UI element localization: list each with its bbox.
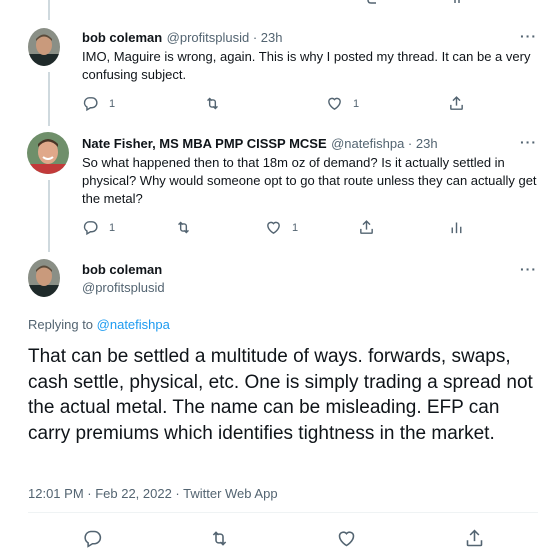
reply-button[interactable] [82,528,103,549]
retweet-button[interactable] [204,95,221,112]
retweet-button[interactable] [209,528,230,549]
like-button[interactable]: 1 [265,219,298,236]
like-button[interactable]: 1 [326,95,359,112]
like-icon [267,221,280,234]
avatar[interactable] [28,28,60,66]
reply-icon [83,221,98,236]
thread-line-top [48,0,50,20]
replying-to-label: Replying to [28,317,97,332]
avatar[interactable] [28,259,60,297]
author-handle[interactable]: @profitsplusid [82,280,165,295]
avatar-image [28,28,60,66]
more-icon[interactable]: ··· [520,261,537,277]
prev-tweet-actions [360,0,480,4]
thread-line-1 [48,72,50,126]
analytics-icon [451,222,462,234]
author-name[interactable]: Nate Fisher, MS MBA PMP CISSP MCSE [82,136,327,151]
retweet-icon [207,97,218,110]
avatar-image [27,132,69,174]
prev-actions-icon [367,0,460,4]
author-handle[interactable]: @natefishpa [331,136,404,151]
reply-button[interactable]: 1 [82,219,115,236]
retweet-icon [212,531,227,546]
tweet-text: So what happened then to that 18m oz of … [82,155,537,206]
replying-to: Replying to @natefishpa [28,317,170,332]
share-button[interactable] [448,95,465,112]
tweet-header: bob coleman @profitsplusid · 23h [82,29,282,47]
like-icon [338,531,355,547]
tweet-meta[interactable]: 12:01 PM · Feb 22, 2022 · Twitter Web Ap… [28,486,278,501]
share-button[interactable] [464,528,485,549]
share-icon [466,529,483,547]
tweet-text: IMO, Maguire is wrong, again. This is wh… [82,49,531,82]
reply-icon [84,530,102,548]
focused-tweet-text: That can be settled a multitude of ways.… [28,346,533,444]
dot-separator: · [404,136,416,151]
author-name[interactable]: bob coleman [82,30,162,45]
reply-button[interactable]: 1 [82,95,115,112]
retweet-button[interactable] [175,219,192,236]
tweet-time[interactable]: 23h [261,30,283,45]
reply-count: 1 [109,221,116,234]
tweet-header: Nate Fisher, MS MBA PMP CISSP MCSE @nate… [82,135,438,153]
more-icon[interactable]: ··· [520,134,537,150]
tweet-time[interactable]: 23h [416,136,438,151]
analytics-button[interactable] [448,219,465,236]
avatar[interactable] [27,132,69,174]
like-count: 1 [353,97,360,110]
share-button[interactable] [358,219,375,236]
reply-count: 1 [109,97,116,110]
more-icon[interactable]: ··· [520,28,537,44]
divider [28,512,538,513]
like-count: 1 [292,221,299,234]
replying-to-link[interactable]: @natefishpa [97,317,170,332]
author-name[interactable]: bob coleman [82,262,162,277]
like-button[interactable] [336,528,357,549]
avatar-image [28,259,60,297]
like-icon [328,97,341,110]
dot-separator: · [249,30,261,45]
thread-line-2 [48,180,50,252]
share-icon [450,96,463,110]
reply-icon [83,97,98,112]
retweet-icon [178,221,189,234]
author-handle[interactable]: @profitsplusid [167,30,250,45]
share-icon [360,220,373,234]
